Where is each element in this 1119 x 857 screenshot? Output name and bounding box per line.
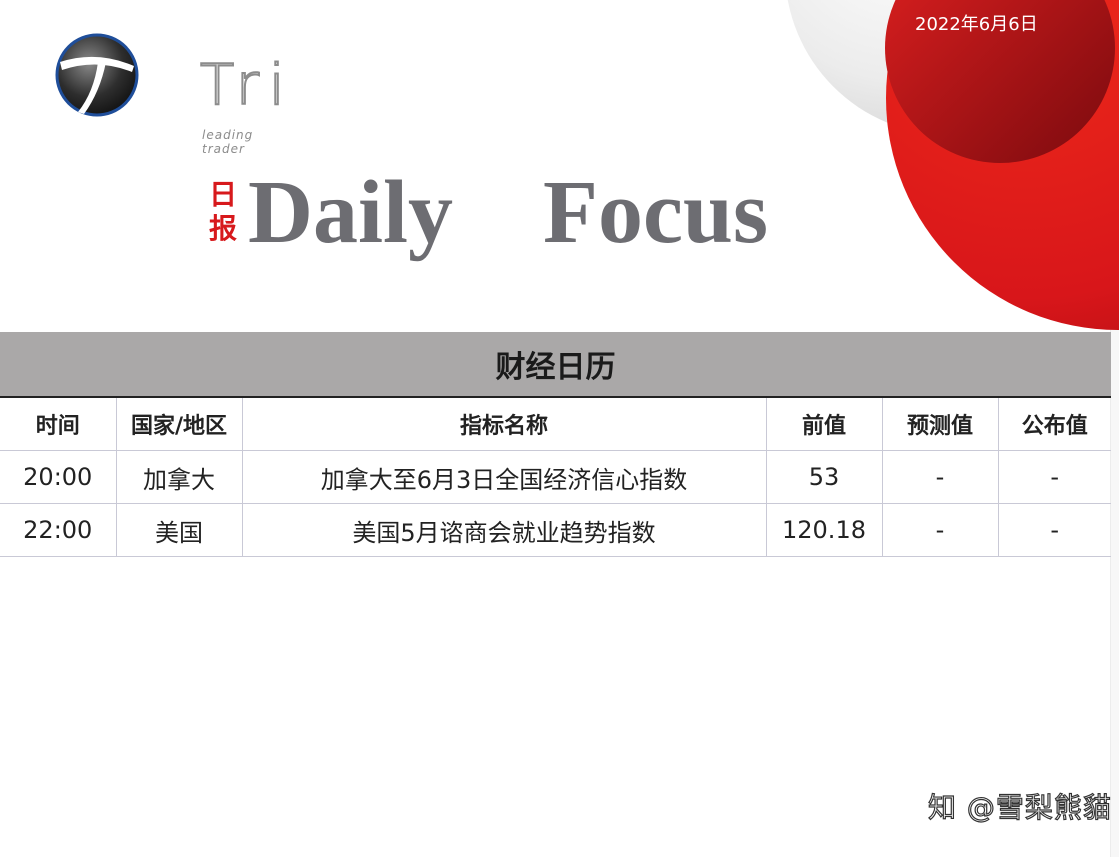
cell-indicator: 美国5月谘商会就业趋势指数 bbox=[242, 503, 767, 557]
column-header-time: 时间 bbox=[0, 398, 117, 451]
column-header-actual: 公布值 bbox=[998, 398, 1111, 451]
logo-subtitle: leading trader bbox=[202, 128, 254, 156]
column-header-region: 国家/地区 bbox=[116, 398, 243, 451]
table-row: 22:00 美国 美国5月谘商会就业趋势指数 120.18 - - bbox=[0, 503, 1111, 557]
cell-actual: - bbox=[998, 503, 1111, 557]
column-header-forecast: 预测值 bbox=[882, 398, 999, 451]
cell-region: 美国 bbox=[116, 503, 243, 557]
title-cn-label: 日 报 bbox=[206, 178, 240, 246]
column-header-previous: 前值 bbox=[766, 398, 883, 451]
report-date: 2022年6月6日 bbox=[915, 14, 1038, 35]
cell-indicator: 加拿大至6月3日全国经济信心指数 bbox=[242, 450, 767, 504]
calendar-table: 时间 国家/地区 指标名称 前值 预测值 公布值 20:00 加拿大 加拿大至6… bbox=[0, 398, 1111, 557]
watermark: 知 @雪梨熊貓 bbox=[927, 790, 1112, 824]
cell-previous: 53 bbox=[766, 450, 883, 504]
title-cn-bottom: 报 bbox=[208, 212, 237, 245]
logo-globe-icon bbox=[55, 33, 139, 117]
column-header-indicator: 指标名称 bbox=[242, 398, 767, 451]
cell-region: 加拿大 bbox=[116, 450, 243, 504]
cell-time: 22:00 bbox=[0, 503, 117, 557]
cell-previous: 120.18 bbox=[766, 503, 883, 557]
cell-actual: - bbox=[998, 450, 1111, 504]
cell-forecast: - bbox=[882, 503, 999, 557]
table-row: 20:00 加拿大 加拿大至6月3日全国经济信心指数 53 - - bbox=[0, 450, 1111, 504]
table-header-row: 时间 国家/地区 指标名称 前值 预测值 公布值 bbox=[0, 398, 1111, 451]
page-title: Daily Focus bbox=[248, 163, 769, 262]
cell-forecast: - bbox=[882, 450, 999, 504]
logo: Tri leading trader bbox=[52, 28, 295, 156]
calendar-title-bar: 财经日历 bbox=[0, 332, 1111, 398]
title-cn-top: 日 bbox=[208, 178, 237, 211]
cell-time: 20:00 bbox=[0, 450, 117, 504]
logo-wordmark: Tri bbox=[199, 53, 295, 118]
calendar-title: 财经日历 bbox=[495, 350, 616, 385]
